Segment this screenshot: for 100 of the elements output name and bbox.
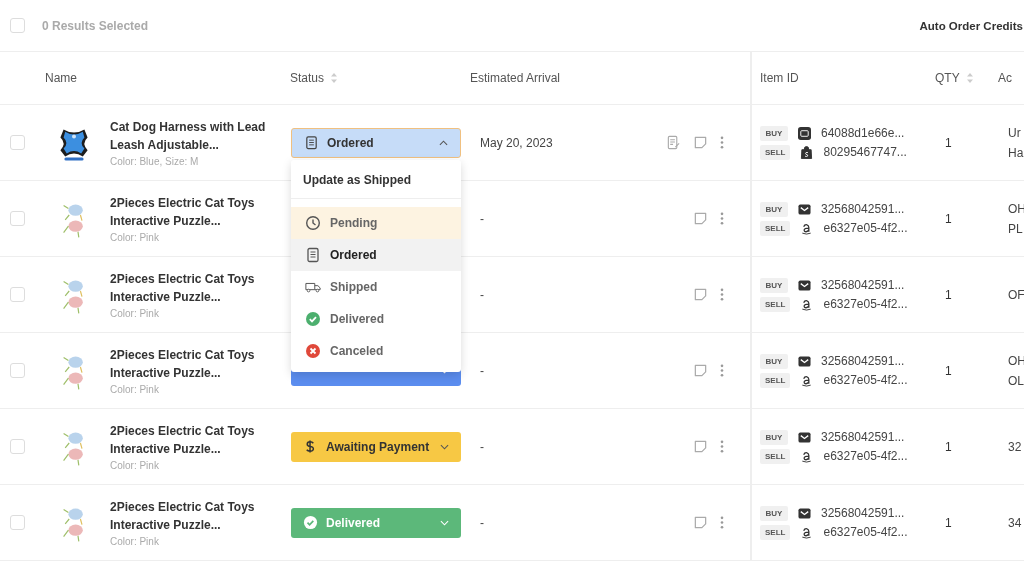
invoice-icon[interactable]: [666, 135, 681, 150]
status-dropdown[interactable]: Awaiting Payment: [291, 431, 461, 462]
order-type-badge: BUY: [760, 505, 788, 521]
item-id: e6327e05-4f2...: [823, 297, 908, 311]
item-id: e6327e05-4f2...: [823, 373, 908, 387]
arrival-date: -: [479, 363, 484, 378]
row-checkbox[interactable]: [10, 363, 25, 378]
table-cell: PL: [1008, 221, 1023, 236]
product-variant: Color: Pink: [110, 308, 159, 319]
sort-icon[interactable]: [330, 72, 339, 84]
order-type-badge: BUY: [760, 277, 788, 293]
order-type-badge: SELL: [760, 144, 791, 160]
row-checkbox[interactable]: [10, 135, 25, 150]
credits-label: Auto Order Credits: [919, 19, 1023, 32]
product-variant: Color: Pink: [110, 460, 159, 471]
order-type-badge: SELL: [760, 220, 791, 236]
item-id: 80295467747...: [823, 145, 907, 159]
cancel-icon: [305, 343, 321, 359]
column-header: Status: [290, 71, 325, 85]
amazon-icon: [800, 525, 814, 539]
order-type-badge: SELL: [760, 524, 791, 540]
order-type-badge: SELL: [760, 296, 791, 312]
status-option[interactable]: Shipped: [291, 271, 461, 303]
product-name[interactable]: 2Pieces Electric Cat Toys Interactive Puzzle...: [110, 346, 270, 382]
status-option[interactable]: Pending: [291, 207, 461, 239]
amazon-icon: [800, 449, 814, 463]
item-id: 32568042591...: [821, 506, 905, 520]
more-icon[interactable]: [720, 211, 724, 226]
product-name[interactable]: Cat Dog Harness with Lead Leash Adjustable...: [110, 118, 270, 154]
row-checkbox[interactable]: [10, 287, 25, 302]
select-all-checkbox[interactable]: [10, 18, 25, 33]
arrival-date: -: [479, 515, 484, 530]
table-cell: Ur: [1008, 125, 1021, 140]
item-id: e6327e05-4f2...: [823, 449, 908, 463]
clipboard-icon: [304, 135, 319, 150]
clipboard-icon: [305, 247, 321, 263]
amazon-icon: [800, 297, 814, 311]
amazon-icon: [800, 373, 814, 387]
column-header: Ac: [998, 71, 1012, 85]
product-name[interactable]: 2Pieces Electric Cat Toys Interactive Puzzle...: [110, 422, 270, 458]
row-checkbox[interactable]: [10, 211, 25, 226]
status-option[interactable]: Ordered: [291, 239, 461, 271]
quantity: 1: [944, 363, 952, 378]
envelope-icon: [798, 278, 811, 292]
table-cell: 34: [1008, 515, 1022, 530]
item-id: 32568042591...: [821, 354, 905, 368]
arrival-date: -: [479, 439, 484, 454]
row-checkbox[interactable]: [10, 439, 25, 454]
row-checkbox[interactable]: [10, 515, 25, 530]
note-icon[interactable]: [693, 287, 708, 302]
column-header: Name: [45, 71, 77, 85]
menu-title[interactable]: Update as Shipped: [291, 160, 461, 198]
arrival-date: -: [479, 211, 484, 226]
order-type-badge: BUY: [760, 353, 788, 369]
product-name[interactable]: 2Pieces Electric Cat Toys Interactive Puzzle...: [110, 498, 270, 534]
product-variant: Color: Pink: [110, 536, 159, 547]
note-icon[interactable]: [693, 439, 708, 454]
order-type-badge: BUY: [760, 201, 788, 217]
quantity: 1: [944, 439, 952, 454]
order-type-badge: SELL: [760, 372, 791, 388]
note-icon[interactable]: [693, 211, 708, 226]
item-id: 32568042591...: [821, 202, 905, 216]
envelope-icon: [798, 354, 811, 368]
note-icon[interactable]: [693, 135, 708, 150]
item-id: 64088d1e66e...: [821, 126, 905, 140]
status-option[interactable]: Delivered: [291, 303, 461, 335]
quantity: 1: [944, 211, 952, 226]
product-variant: Color: Blue, Size: M: [110, 156, 199, 167]
item-id: e6327e05-4f2...: [823, 525, 908, 539]
quantity: 1: [944, 287, 952, 302]
item-id: 32568042591...: [821, 430, 905, 444]
note-icon[interactable]: [693, 515, 708, 530]
note-icon[interactable]: [693, 363, 708, 378]
more-icon[interactable]: [720, 363, 724, 378]
envelope-icon: [798, 202, 811, 216]
amazon-icon: [800, 221, 814, 235]
order-type-badge: BUY: [760, 429, 788, 445]
check-circle-icon: [305, 311, 321, 327]
table-cell: OF: [1008, 287, 1024, 302]
store-icon: [798, 126, 811, 140]
envelope-icon: [798, 506, 811, 520]
more-icon[interactable]: [720, 287, 724, 302]
status-option[interactable]: Canceled: [291, 335, 461, 367]
more-icon[interactable]: [720, 439, 724, 454]
status-dropdown[interactable]: Ordered: [291, 127, 461, 158]
item-id: 32568042591...: [821, 278, 905, 292]
product-name[interactable]: 2Pieces Electric Cat Toys Interactive Puzzle...: [110, 194, 270, 230]
sort-icon[interactable]: [965, 72, 974, 84]
table-cell: Ha: [1008, 145, 1024, 160]
more-icon[interactable]: [720, 515, 724, 530]
product-name[interactable]: 2Pieces Electric Cat Toys Interactive Puzzle...: [110, 270, 270, 306]
more-icon[interactable]: [720, 135, 724, 150]
arrival-date: May 20, 2023: [479, 135, 553, 150]
quantity: 1: [944, 515, 952, 530]
order-type-badge: SELL: [760, 448, 791, 464]
selected-count: 0 Results Selected: [42, 18, 150, 33]
table-cell: OL: [1008, 373, 1024, 388]
order-type-badge: BUY: [760, 125, 788, 141]
arrival-date: -: [479, 287, 484, 302]
column-header: Estimated Arrival: [470, 71, 561, 85]
